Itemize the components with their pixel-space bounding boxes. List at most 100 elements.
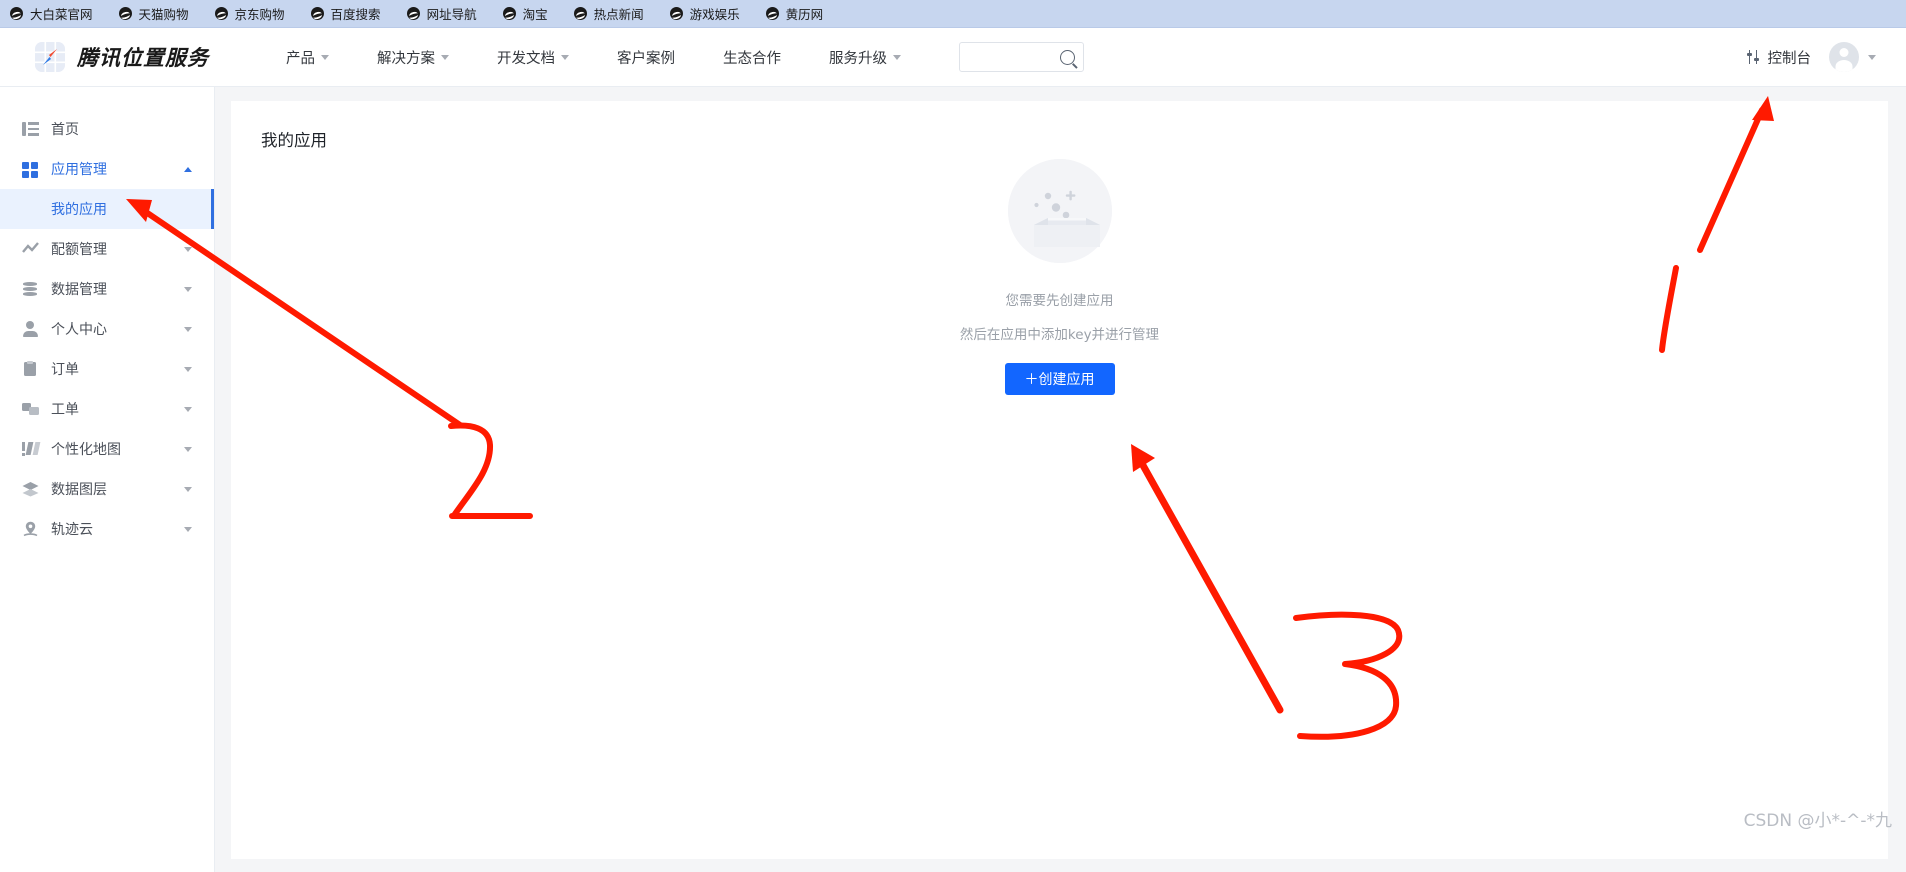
empty-state-line2: 然后在应用中添加key并进行管理 xyxy=(959,327,1160,343)
globe-icon xyxy=(10,7,23,20)
main-content: 我的应用 您需要先创建应用 然后在应用中添加key并进行管理 ＋创建应用 xyxy=(215,87,1906,872)
map-style-icon xyxy=(22,441,40,457)
bookmark-item[interactable]: 京东购物 xyxy=(214,4,285,23)
sidebar-label: 首页 xyxy=(51,122,79,138)
sidebar-item-app-management[interactable]: 应用管理 xyxy=(0,149,214,189)
chevron-up-icon[interactable] xyxy=(184,166,192,172)
chevron-down-icon[interactable] xyxy=(184,526,192,532)
search-icon[interactable] xyxy=(1060,49,1075,65)
header-right-actions: 控制台 xyxy=(1746,28,1876,86)
nav-item-solutions[interactable]: 解决方案 xyxy=(353,28,473,86)
brand-logo-link[interactable]: 腾讯位置服务 xyxy=(35,42,209,72)
sidebar-label: 应用管理 xyxy=(51,162,107,178)
globe-icon xyxy=(669,7,683,20)
globe-icon xyxy=(214,7,228,20)
chevron-down-icon[interactable] xyxy=(184,246,192,252)
nav-label: 开发文档 xyxy=(497,50,555,67)
empty-state: 您需要先创建应用 然后在应用中添加key并进行管理 ＋创建应用 xyxy=(231,159,1888,395)
browser-window: 大白菜官网 天猫购物 京东购物 百度搜索 网址导航 淘宝 热点新闻 游戏娱乐 黄… xyxy=(0,0,1906,872)
chart-icon xyxy=(22,241,39,257)
chevron-down-icon xyxy=(893,54,901,60)
sidebar-item-quota-management[interactable]: 配额管理 xyxy=(0,229,214,269)
sidebar-item-data-management[interactable]: 数据管理 xyxy=(0,269,214,309)
nav-item-products[interactable]: 产品 xyxy=(262,28,353,86)
nav-item-dev-docs[interactable]: 开发文档 xyxy=(473,28,593,86)
globe-icon xyxy=(502,7,516,20)
nav-label: 服务升级 xyxy=(829,50,887,67)
search-box[interactable] xyxy=(959,42,1084,72)
chevron-down-icon[interactable] xyxy=(1868,54,1876,60)
chevron-down-icon[interactable] xyxy=(184,486,192,492)
chevron-down-icon xyxy=(561,54,569,60)
sidebar-label: 数据图层 xyxy=(51,482,107,498)
watermark-text: CSDN @小*-^-*九 xyxy=(1743,811,1892,831)
clipboard-icon xyxy=(22,361,39,377)
bookmark-label: 黄历网 xyxy=(785,7,824,22)
bookmarks-bar: 大白菜官网 天猫购物 京东购物 百度搜索 网址导航 淘宝 热点新闻 游戏娱乐 黄… xyxy=(0,0,1906,28)
nav-item-ecosystem[interactable]: 生态合作 xyxy=(699,28,805,86)
nav-label: 解决方案 xyxy=(377,50,435,67)
sidebar-label: 数据管理 xyxy=(51,282,107,298)
chevron-down-icon[interactable] xyxy=(184,326,192,332)
sliders-icon xyxy=(1746,50,1761,64)
layers-icon xyxy=(22,481,39,497)
track-cloud-icon xyxy=(22,521,39,537)
sidebar-label: 订单 xyxy=(51,362,79,378)
sidebar-label: 配额管理 xyxy=(51,242,107,258)
empty-box-icon xyxy=(1007,159,1112,263)
bookmark-label: 京东购物 xyxy=(234,7,285,22)
sidebar-item-custom-map[interactable]: 个性化地图 xyxy=(0,429,214,469)
sidebar-label: 工单 xyxy=(51,402,79,418)
bookmark-item[interactable]: 热点新闻 xyxy=(573,4,644,23)
bookmark-item[interactable]: 百度搜索 xyxy=(310,4,381,23)
globe-icon xyxy=(118,7,132,20)
chevron-down-icon[interactable] xyxy=(184,406,192,412)
csdn-watermark: CSDN @小*-^-*九 xyxy=(1744,806,1892,831)
brand-name: 腾讯位置服务 xyxy=(77,46,209,70)
nav-label: 生态合作 xyxy=(723,50,781,67)
bookmark-label: 淘宝 xyxy=(522,7,548,22)
search-input[interactable] xyxy=(968,48,1060,66)
bookmark-label: 天猫购物 xyxy=(138,7,189,22)
bookmark-item[interactable]: 黄历网 xyxy=(765,4,824,23)
chevron-down-icon xyxy=(321,54,329,60)
empty-state-line1: 您需要先创建应用 xyxy=(1005,293,1114,309)
chevron-down-icon[interactable] xyxy=(184,446,192,452)
user-menu[interactable] xyxy=(1829,42,1876,72)
sidebar-item-track-cloud[interactable]: 轨迹云 xyxy=(0,509,214,549)
create-app-button[interactable]: ＋创建应用 xyxy=(1004,363,1115,395)
globe-icon xyxy=(573,7,587,20)
sidebar-item-personal-center[interactable]: 个人中心 xyxy=(0,309,214,349)
chevron-down-icon[interactable] xyxy=(184,366,192,372)
bookmark-item[interactable]: 天猫购物 xyxy=(118,4,189,23)
bookmark-item[interactable]: 大白菜官网 xyxy=(10,4,93,23)
globe-icon xyxy=(310,7,324,20)
sidebar-item-my-apps[interactable]: 我的应用 xyxy=(0,189,214,229)
sidebar-item-tickets[interactable]: 工单 xyxy=(0,389,214,429)
my-apps-card: 我的应用 您需要先创建应用 然后在应用中添加key并进行管理 ＋创建应用 xyxy=(231,101,1888,859)
bookmark-label: 大白菜官网 xyxy=(30,7,93,22)
page-title: 我的应用 xyxy=(261,131,327,150)
bookmark-item[interactable]: 淘宝 xyxy=(502,4,548,23)
nav-item-service-upgrade[interactable]: 服务升级 xyxy=(805,28,925,86)
sidebar-label: 个人中心 xyxy=(51,322,107,338)
chevron-down-icon[interactable] xyxy=(184,286,192,292)
console-label: 控制台 xyxy=(1767,50,1812,67)
main-nav: 产品 解决方案 开发文档 客户案例 生态合作 服务升级 xyxy=(262,28,925,86)
sidebar-item-data-layers[interactable]: 数据图层 xyxy=(0,469,214,509)
bookmark-item[interactable]: 网址导航 xyxy=(406,4,477,23)
sidebar-label: 轨迹云 xyxy=(51,522,93,538)
bookmark-item[interactable]: 游戏娱乐 xyxy=(669,4,740,23)
chevron-down-icon xyxy=(441,54,449,60)
bookmark-label: 热点新闻 xyxy=(593,7,644,22)
avatar-icon xyxy=(1829,42,1859,72)
sidebar-item-home[interactable]: 首页 xyxy=(0,109,214,149)
sidebar-item-orders[interactable]: 订单 xyxy=(0,349,214,389)
console-button[interactable]: 控制台 xyxy=(1746,47,1812,68)
sidebar-sub-label: 我的应用 xyxy=(51,202,107,218)
globe-icon xyxy=(765,7,779,20)
user-icon xyxy=(22,321,39,337)
nav-item-customer-cases[interactable]: 客户案例 xyxy=(593,28,699,86)
nav-label: 产品 xyxy=(286,50,315,67)
nav-label: 客户案例 xyxy=(617,50,675,67)
